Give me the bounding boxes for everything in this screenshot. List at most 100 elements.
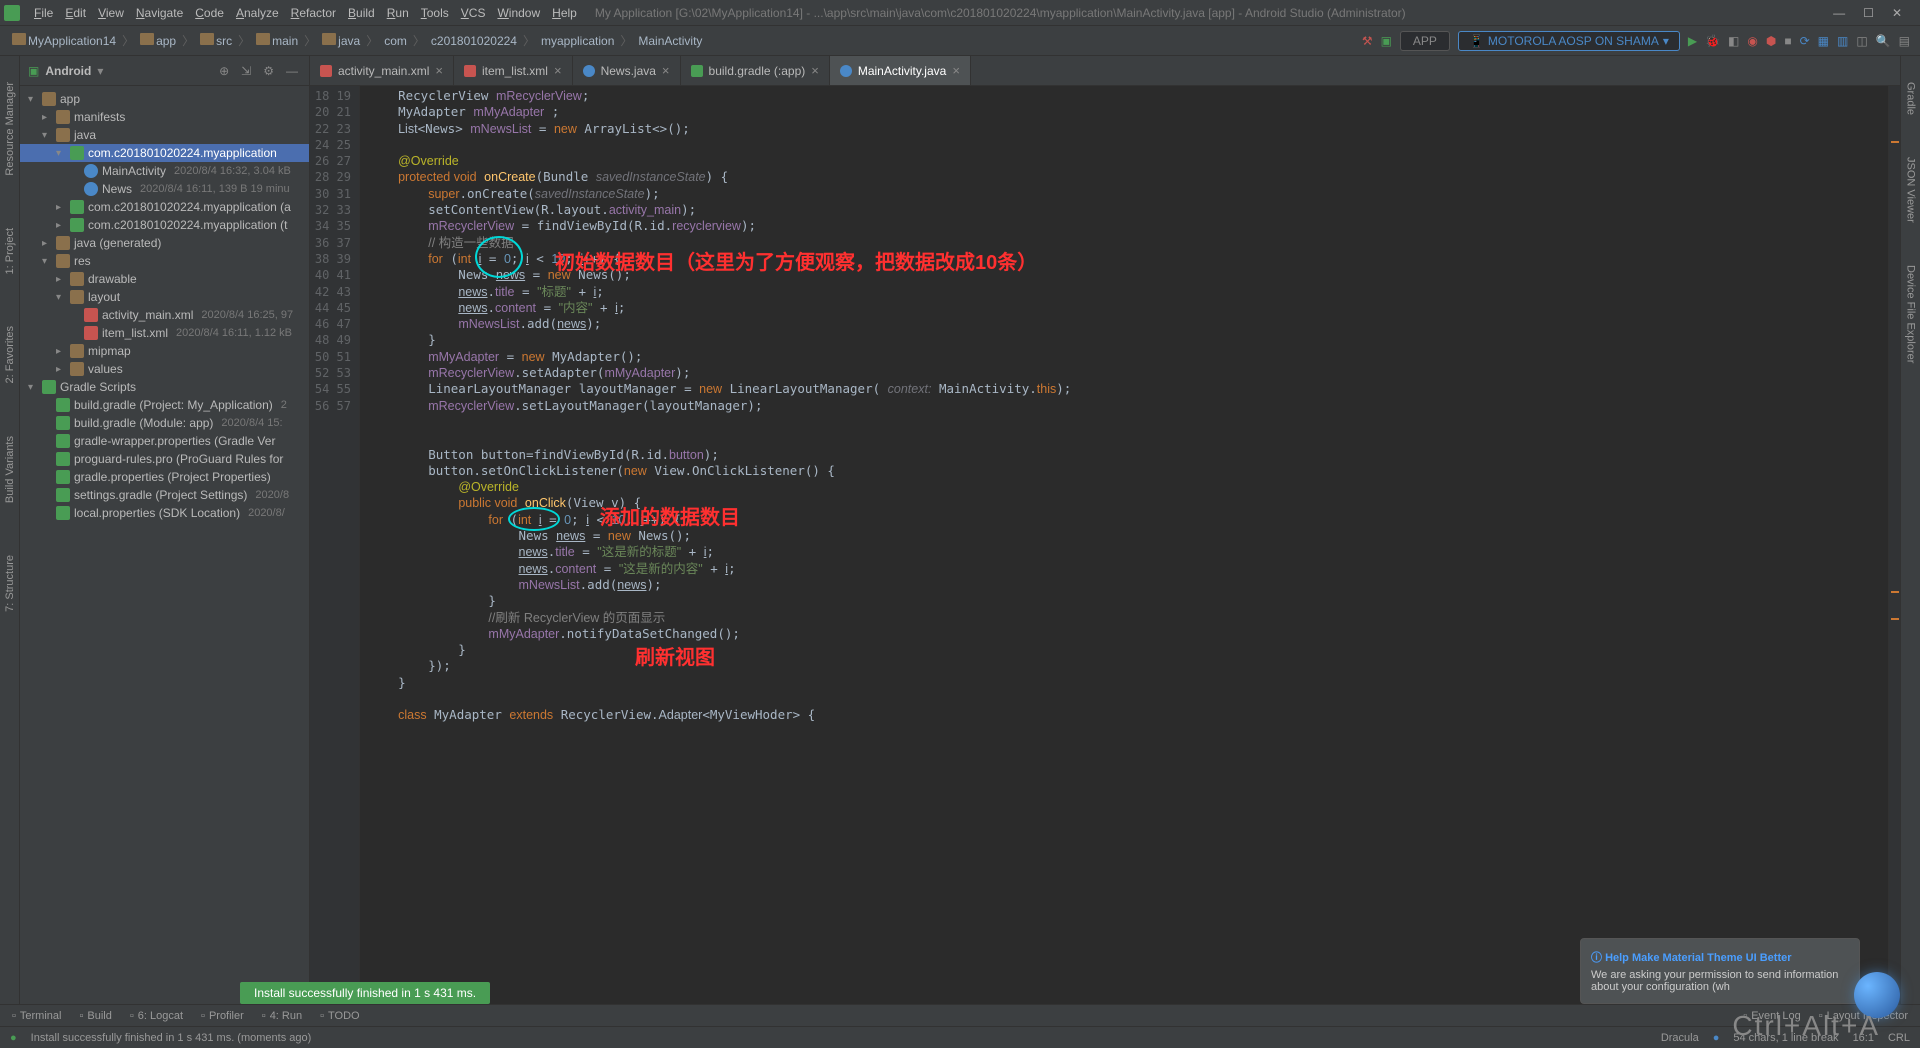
close-icon[interactable]: ×	[811, 63, 819, 78]
tree-item[interactable]: ▾java	[20, 126, 309, 144]
attach-icon[interactable]: ⬢	[1766, 34, 1776, 48]
vtab-gradle[interactable]: Gradle	[1903, 76, 1919, 121]
menu-navigate[interactable]: Navigate	[130, 6, 189, 20]
tree-item[interactable]: ▸drawable	[20, 270, 309, 288]
tree-item[interactable]: build.gradle (Module: app)2020/8/4 15:	[20, 414, 309, 432]
notification-popup[interactable]: ⓘ Help Make Material Theme UI Better We …	[1580, 938, 1860, 1004]
tree-item[interactable]: ▸manifests	[20, 108, 309, 126]
btool-profiler[interactable]: ▫ Profiler	[201, 1010, 244, 1022]
tree-item[interactable]: ▾com.c201801020224.myapplication	[20, 144, 309, 162]
tab-news-java[interactable]: News.java×	[573, 56, 681, 85]
menu-file[interactable]: File	[28, 6, 59, 20]
vtab-build-variants[interactable]: Build Variants	[2, 430, 18, 509]
layout-icon[interactable]: ◫	[1856, 34, 1867, 48]
status-encoding[interactable]: CRL	[1888, 1032, 1910, 1044]
btool-terminal[interactable]: ▫ Terminal	[12, 1010, 61, 1022]
debug-icon[interactable]: 🐞	[1705, 34, 1720, 48]
menu-tools[interactable]: Tools	[415, 6, 455, 20]
tree-item[interactable]: ▾layout	[20, 288, 309, 306]
tree-item[interactable]: item_list.xml2020/8/4 16:11, 1.12 kB	[20, 324, 309, 342]
menu-vcs[interactable]: VCS	[455, 6, 492, 20]
tree-item[interactable]: ▸mipmap	[20, 342, 309, 360]
crumb-app[interactable]: app	[138, 33, 178, 48]
vtab-device-file-explorer[interactable]: Device File Explorer	[1903, 259, 1919, 369]
crumb-java[interactable]: java	[320, 33, 362, 48]
tree-item[interactable]: ▾res	[20, 252, 309, 270]
menu-refactor[interactable]: Refactor	[285, 6, 342, 20]
tree-item[interactable]: MainActivity2020/8/4 16:32, 3.04 kB	[20, 162, 309, 180]
status-theme[interactable]: Dracula	[1661, 1032, 1699, 1044]
tab-build-gradle-app-[interactable]: build.gradle (:app)×	[681, 56, 830, 85]
settings-icon[interactable]: ▤	[1899, 34, 1910, 48]
device-select[interactable]: 📱 MOTOROLA AOSP ON SHAMA ▾	[1458, 31, 1680, 51]
crumb-c201801020224[interactable]: c201801020224	[429, 34, 519, 48]
project-tree[interactable]: ▾app▸manifests▾java▾com.c201801020224.my…	[20, 86, 309, 1004]
avd-icon[interactable]: ▦	[1818, 34, 1829, 48]
profile-icon[interactable]: ◧	[1728, 34, 1739, 48]
tree-item[interactable]: proguard-rules.pro (ProGuard Rules for	[20, 450, 309, 468]
hide-icon[interactable]: —	[283, 64, 301, 78]
close-icon[interactable]: ✕	[1892, 6, 1902, 20]
vtab-7-structure[interactable]: 7: Structure	[2, 549, 18, 618]
crumb-myapplication[interactable]: myapplication	[539, 34, 616, 48]
tree-item[interactable]: activity_main.xml2020/8/4 16:25, 97	[20, 306, 309, 324]
close-icon[interactable]: ×	[952, 63, 960, 78]
search-icon[interactable]: 🔍	[1876, 34, 1891, 48]
menu-window[interactable]: Window	[491, 6, 546, 20]
tree-item[interactable]: ▸com.c201801020224.myapplication (t	[20, 216, 309, 234]
sdk-icon[interactable]: ▥	[1837, 34, 1848, 48]
crumb-MyApplication14[interactable]: MyApplication14	[10, 33, 118, 48]
menu-run[interactable]: Run	[381, 6, 415, 20]
btool-6-logcat[interactable]: ▫ 6: Logcat	[130, 1010, 183, 1022]
vtab-1-project[interactable]: 1: Project	[2, 222, 18, 280]
crumb-MainActivity[interactable]: MainActivity	[636, 34, 704, 48]
minimize-icon[interactable]: —	[1833, 6, 1845, 20]
vtab-json-viewer[interactable]: JSON Viewer	[1903, 151, 1919, 229]
run-config-select[interactable]: APP	[1400, 31, 1450, 51]
target-icon[interactable]: ⊕	[216, 64, 232, 78]
tree-item[interactable]: ▸com.c201801020224.myapplication (a	[20, 198, 309, 216]
crumb-com[interactable]: com	[382, 34, 409, 48]
tree-item[interactable]: gradle-wrapper.properties (Gradle Ver	[20, 432, 309, 450]
menu-analyze[interactable]: Analyze	[230, 6, 285, 20]
crumb-src[interactable]: src	[198, 33, 234, 48]
stop-icon[interactable]: ■	[1784, 34, 1791, 48]
btool-todo[interactable]: ▫ TODO	[320, 1010, 359, 1022]
menu-edit[interactable]: Edit	[59, 6, 92, 20]
tree-item[interactable]: build.gradle (Project: My_Application)2	[20, 396, 309, 414]
sync-icon[interactable]: ⟳	[1800, 34, 1810, 48]
tab-mainactivity-java[interactable]: MainActivity.java×	[830, 56, 971, 85]
menu-build[interactable]: Build	[342, 6, 381, 20]
tree-item[interactable]: ▸values	[20, 360, 309, 378]
close-icon[interactable]: ×	[554, 63, 562, 78]
collapse-icon[interactable]: ⇲	[238, 64, 254, 78]
sidebar-title[interactable]: Android	[45, 64, 91, 78]
tree-item[interactable]: gradle.properties (Project Properties)	[20, 468, 309, 486]
hammer-icon[interactable]: ⚒	[1362, 34, 1373, 48]
close-icon[interactable]: ×	[435, 63, 443, 78]
tab-activity_main-xml[interactable]: activity_main.xml×	[310, 56, 454, 85]
close-icon[interactable]: ×	[662, 63, 670, 78]
tree-item[interactable]: News2020/8/4 16:11, 139 B 19 minu	[20, 180, 309, 198]
code-editor[interactable]: 18 19 20 21 22 23 24 25 26 27 28 29 30 3…	[310, 86, 1900, 1004]
tree-item[interactable]: ▾app	[20, 90, 309, 108]
tree-item[interactable]: local.properties (SDK Location)2020/8/	[20, 504, 309, 522]
btool-build[interactable]: ▫ Build	[79, 1010, 111, 1022]
vtab-2-favorites[interactable]: 2: Favorites	[2, 320, 18, 389]
menu-code[interactable]: Code	[189, 6, 230, 20]
coverage-icon[interactable]: ◉	[1747, 34, 1757, 48]
tab-item_list-xml[interactable]: item_list.xml×	[454, 56, 573, 85]
tree-item[interactable]: ▸java (generated)	[20, 234, 309, 252]
code-content[interactable]: RecyclerView mRecyclerView; MyAdapter mM…	[360, 86, 1888, 1004]
tree-item[interactable]: settings.gradle (Project Settings)2020/8	[20, 486, 309, 504]
btool-4-run[interactable]: ▫ 4: Run	[262, 1010, 302, 1022]
maximize-icon[interactable]: ☐	[1863, 6, 1874, 20]
android-icon[interactable]: ▣	[1381, 34, 1392, 48]
run-icon[interactable]: ▶	[1688, 34, 1697, 48]
vtab-resource-manager[interactable]: Resource Manager	[2, 76, 18, 182]
tree-item[interactable]: ▾Gradle Scripts	[20, 378, 309, 396]
menu-help[interactable]: Help	[546, 6, 583, 20]
chevron-down-icon[interactable]: ▾	[97, 64, 103, 78]
crumb-main[interactable]: main	[254, 33, 300, 48]
menu-view[interactable]: View	[92, 6, 130, 20]
